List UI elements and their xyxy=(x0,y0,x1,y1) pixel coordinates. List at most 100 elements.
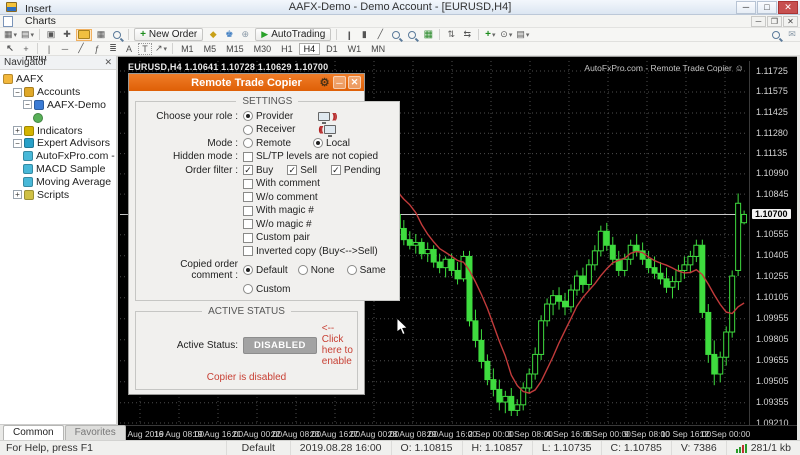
sell-checkbox[interactable]: ✓ xyxy=(287,165,297,175)
tree-expand-icon[interactable]: + xyxy=(13,190,22,199)
tree-item-autofxpro-com-rer[interactable]: AutoFxPro.com - Rer xyxy=(0,150,116,163)
maximize-button[interactable]: □ xyxy=(757,1,777,14)
timeframe-mn[interactable]: MN xyxy=(367,43,389,55)
comment-default-label[interactable]: Default xyxy=(256,265,288,276)
tree-item-expert-advisors[interactable]: −Expert Advisors xyxy=(0,137,116,150)
close-button[interactable]: ✕ xyxy=(778,1,798,14)
tree-item-scripts[interactable]: +Scripts xyxy=(0,188,116,201)
autotrading-button[interactable]: ▶AutoTrading xyxy=(255,28,331,41)
candlestick-chart-icon[interactable]: ▮ xyxy=(357,29,371,41)
text-label-tool-icon[interactable]: T xyxy=(138,43,152,55)
timeframe-m30[interactable]: M30 xyxy=(250,43,276,55)
child-minimize-button[interactable]: ─ xyxy=(751,16,766,27)
remote-option-label[interactable]: Remote xyxy=(256,138,291,149)
filter-checkbox-w-o-comment[interactable] xyxy=(243,192,253,202)
hidden-mode-checkbox[interactable] xyxy=(243,152,253,162)
tile-windows-icon[interactable]: ▦ xyxy=(421,29,435,41)
provider-radio[interactable] xyxy=(243,111,253,121)
tree-item-aafx-demo[interactable]: −AAFX-Demo xyxy=(0,99,116,112)
new-order-button[interactable]: +New Order xyxy=(134,28,203,41)
fibonacci-icon[interactable]: ƒ xyxy=(90,43,104,55)
receiver-option-label[interactable]: Receiver xyxy=(256,124,295,135)
search-icon[interactable] xyxy=(769,29,783,41)
time-axis[interactable]: 15 Aug 201916 Aug 08:0019 Aug 16:0021 Au… xyxy=(120,425,800,440)
provider-option-label[interactable]: Provider xyxy=(256,111,293,122)
comment-same-label[interactable]: Same xyxy=(360,265,386,276)
filter-checkbox-custom-pair[interactable] xyxy=(243,233,253,243)
filter-option-label[interactable]: W/o magic # xyxy=(256,219,312,230)
pending-option-label[interactable]: Pending xyxy=(344,165,381,176)
navigator-close-icon[interactable]: ✕ xyxy=(104,57,112,68)
crosshair-tool-icon[interactable]: + xyxy=(19,43,33,55)
timeframe-h1[interactable]: H1 xyxy=(277,43,297,55)
filter-checkbox-w-o-magic-[interactable] xyxy=(243,219,253,229)
expert-properties-icon[interactable]: ♚ xyxy=(222,29,236,41)
enable-hint[interactable]: <-- Click here to enable xyxy=(322,323,353,367)
local-option-label[interactable]: Local xyxy=(326,138,350,149)
timeframe-m1[interactable]: M1 xyxy=(177,43,198,55)
filter-option-label[interactable]: Inverted copy (Buy<-->Sell) xyxy=(256,246,378,257)
tree-item-accounts[interactable]: −Accounts xyxy=(0,86,116,99)
auto-arrange-icon[interactable]: ⇅ xyxy=(444,29,458,41)
comment-custom-label[interactable]: Custom xyxy=(256,284,290,295)
tree-item-moving-average[interactable]: Moving Average xyxy=(0,175,116,188)
comment-default-radio[interactable] xyxy=(243,265,253,275)
dialog-gear-icon[interactable]: ⚙ xyxy=(318,76,331,89)
tree-item-aafx[interactable]: AAFX xyxy=(0,73,116,86)
vertical-line-icon[interactable]: | xyxy=(42,43,56,55)
filter-option-label[interactable]: Custom pair xyxy=(256,232,310,243)
dialog-minimize-button[interactable]: ─ xyxy=(333,76,346,89)
minimize-button[interactable]: ─ xyxy=(736,1,756,14)
child-restore-button[interactable]: ❐ xyxy=(767,16,782,27)
filter-checkbox-with-comment[interactable] xyxy=(243,179,253,189)
horizontal-line-icon[interactable]: ─ xyxy=(58,43,72,55)
local-radio[interactable] xyxy=(313,138,323,148)
menu-charts[interactable]: Charts xyxy=(18,15,69,27)
templates-icon[interactable]: ▤▾ xyxy=(515,29,530,41)
tree-collapse-icon[interactable]: − xyxy=(13,139,22,148)
buy-checkbox[interactable]: ✓ xyxy=(243,165,253,175)
navigator-tab-common[interactable]: Common xyxy=(3,425,64,440)
dialog-titlebar[interactable]: Remote Trade Copier ⚙ ─ ✕ xyxy=(129,74,364,91)
pending-checkbox[interactable]: ✓ xyxy=(331,165,341,175)
arrows-tool-icon[interactable]: ↗▾ xyxy=(154,43,168,55)
sell-option-label[interactable]: Sell xyxy=(300,165,317,176)
comment-none-radio[interactable] xyxy=(298,265,308,275)
market-watch-icon[interactable]: ▣ xyxy=(44,29,58,41)
strategy-tester-icon[interactable] xyxy=(110,29,124,41)
tree-item-person[interactable] xyxy=(0,111,116,124)
timeframe-m15[interactable]: M15 xyxy=(222,43,248,55)
text-tool-icon[interactable]: A xyxy=(122,43,136,55)
tree-expand-icon[interactable]: + xyxy=(13,126,22,135)
filter-option-label[interactable]: With magic # xyxy=(256,205,314,216)
disabled-toggle-button[interactable]: DISABLED xyxy=(243,337,317,354)
tree-collapse-icon[interactable]: − xyxy=(13,88,22,97)
chat-icon[interactable]: ✉ xyxy=(785,29,799,41)
menu-insert[interactable]: Insert xyxy=(18,3,69,15)
new-chart-icon[interactable]: ▦▾ xyxy=(3,29,18,41)
line-chart-icon[interactable]: ╱ xyxy=(373,29,387,41)
chart-shift-icon[interactable]: ⇆ xyxy=(460,29,474,41)
metaeditor-icon[interactable]: ◆ xyxy=(206,29,220,41)
cursor-tool-icon[interactable]: ↖ xyxy=(3,43,17,55)
filter-option-label[interactable]: With comment xyxy=(256,178,320,189)
filter-checkbox-with-magic-[interactable] xyxy=(243,206,253,216)
navigator-icon[interactable] xyxy=(76,29,92,41)
child-close-button[interactable]: ✕ xyxy=(783,16,798,27)
zoom-out-icon[interactable] xyxy=(405,29,419,41)
data-window-icon[interactable]: ✚ xyxy=(60,29,74,41)
tree-item-macd-sample[interactable]: MACD Sample xyxy=(0,163,116,176)
hidden-mode-option-label[interactable]: SL/TP levels are not copied xyxy=(256,151,378,162)
connection-status[interactable]: 281/1 kb xyxy=(726,441,800,455)
comment-none-label[interactable]: None xyxy=(311,265,335,276)
bar-chart-icon[interactable]: ||| xyxy=(341,29,355,41)
tree-item-indicators[interactable]: +Indicators xyxy=(0,124,116,137)
filter-option-label[interactable]: W/o comment xyxy=(256,192,318,203)
price-axis[interactable]: 1.117251.115751.114251.112801.111351.109… xyxy=(749,61,800,425)
receiver-radio[interactable] xyxy=(243,125,253,135)
timeframe-h4[interactable]: H4 xyxy=(299,43,321,55)
timeframe-m5[interactable]: M5 xyxy=(200,43,221,55)
terminal-icon[interactable]: ▦ xyxy=(94,29,108,41)
trendline-icon[interactable]: ╱ xyxy=(74,43,88,55)
navigator-tab-favorites[interactable]: Favorites xyxy=(65,425,126,440)
